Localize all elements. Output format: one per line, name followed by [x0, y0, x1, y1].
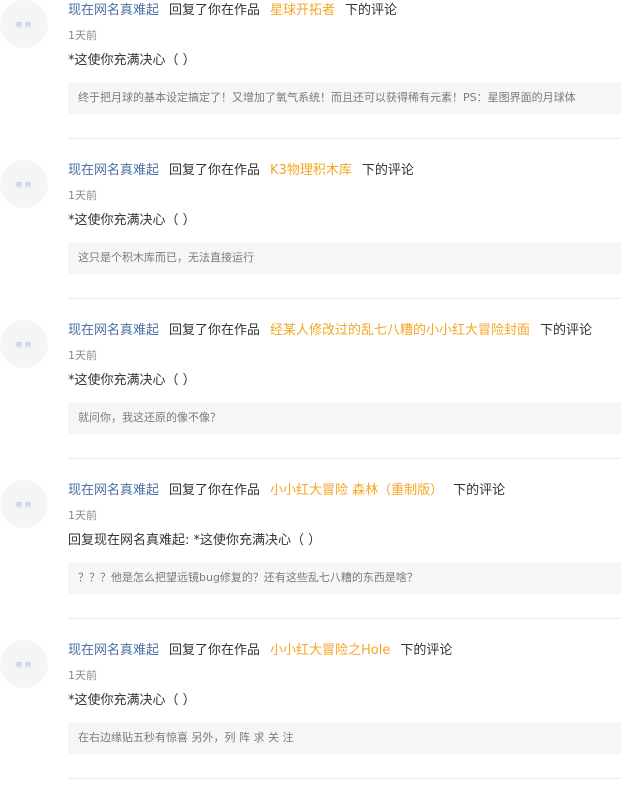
quoted-comment[interactable]: 就问你，我这还原的像不像？	[68, 402, 621, 434]
timestamp: 1天前	[68, 29, 97, 42]
divider	[68, 618, 621, 619]
avatar[interactable]: 昵 称	[0, 480, 48, 528]
notification-headline: 现在网名真难起 回复了你在作品 小小红大冒险之Hole 下的评论	[68, 641, 452, 661]
reply-text: *这使你充满决心（ ）	[68, 53, 196, 68]
notification-item: 昵 称 现在网名真难起 回复了你在作品 K3物理积木库 下的评论 1天前 *这使你充满…	[0, 160, 621, 320]
notification-item: 昵 称 现在网名真难起 回复了你在作品 星球开拓者 下的评论 1天前 *这使你充满决心…	[0, 0, 621, 160]
quoted-comment[interactable]: 在右边缘贴五秒有惊喜 另外，列 阵 求 关 注	[68, 722, 621, 754]
divider	[68, 458, 621, 459]
avatar-placeholder: 昵 称	[16, 341, 32, 349]
notification-headline: 现在网名真难起 回复了你在作品 星球开拓者 下的评论	[68, 1, 397, 21]
work-link[interactable]: 星球开拓者	[270, 3, 335, 18]
work-link[interactable]: 经某人修改过的乱七八糟的小小红大冒险封面	[270, 323, 530, 338]
timestamp: 1天前	[68, 349, 97, 362]
suffix-text: 下的评论	[400, 643, 453, 658]
timestamp: 1天前	[68, 509, 97, 522]
verb-text: 回复了你在作品	[169, 163, 261, 178]
notification-item: 昵 称 现在网名真难起 回复了你在作品 小小红大冒险之Hole 下的评论 1天前 *这…	[0, 640, 621, 800]
notification-headline: 现在网名真难起 回复了你在作品 K3物理积木库 下的评论	[68, 161, 414, 181]
avatar-placeholder: 昵 称	[16, 501, 32, 509]
work-link[interactable]: K3物理积木库	[270, 163, 352, 178]
user-link[interactable]: 现在网名真难起	[68, 323, 159, 338]
avatar[interactable]: 昵 称	[0, 640, 48, 688]
avatar[interactable]: 昵 称	[0, 160, 48, 208]
user-link[interactable]: 现在网名真难起	[68, 3, 159, 18]
notification-headline: 现在网名真难起 回复了你在作品 经某人修改过的乱七八糟的小小红大冒险封面 下的评论	[68, 321, 592, 341]
divider	[68, 778, 621, 779]
suffix-text: 下的评论	[361, 163, 414, 178]
reply-text: *这使你充满决心（ ）	[68, 213, 196, 228]
divider	[68, 138, 621, 139]
reply-text: *这使你充满决心（ ）	[68, 693, 196, 708]
avatar-placeholder: 昵 称	[16, 661, 32, 669]
suffix-text: 下的评论	[453, 483, 506, 498]
avatar[interactable]: 昵 称	[0, 0, 48, 48]
avatar[interactable]: 昵 称	[0, 320, 48, 368]
work-link[interactable]: 小小红大冒险之Hole	[270, 643, 390, 658]
quoted-comment[interactable]: 终于把月球的基本设定搞定了！又增加了氧气系统！而且还可以获得稀有元素！PS：星图…	[68, 82, 621, 114]
notification-headline: 现在网名真难起 回复了你在作品 小小红大冒险 森林（重制版） 下的评论	[68, 481, 505, 501]
quoted-comment[interactable]: 这只是个积木库而已，无法直接运行	[68, 242, 621, 274]
divider	[68, 298, 621, 299]
notification-item: 昵 称 现在网名真难起 回复了你在作品 经某人修改过的乱七八糟的小小红大冒险封面 下的…	[0, 320, 621, 480]
avatar-placeholder: 昵 称	[16, 21, 32, 29]
verb-text: 回复了你在作品	[169, 643, 261, 658]
work-link[interactable]: 小小红大冒险 森林（重制版）	[270, 483, 443, 498]
reply-text: 回复现在网名真难起: *这使你充满决心（ ）	[68, 533, 322, 548]
quoted-comment[interactable]: ？？？他是怎么把望远镜bug修复的？还有这些乱七八糟的东西是啥？	[68, 562, 621, 594]
suffix-text: 下的评论	[345, 3, 398, 18]
user-link[interactable]: 现在网名真难起	[68, 483, 159, 498]
reply-text: *这使你充满决心（ ）	[68, 373, 196, 388]
user-link[interactable]: 现在网名真难起	[68, 163, 159, 178]
notification-item: 昵 称 现在网名真难起 回复了你在作品 小小红大冒险 森林（重制版） 下的评论 1天前…	[0, 480, 621, 640]
verb-text: 回复了你在作品	[169, 323, 261, 338]
notification-feed: 昵 称 现在网名真难起 回复了你在作品 星球开拓者 下的评论 1天前 *这使你充满决心…	[0, 0, 621, 800]
avatar-placeholder: 昵 称	[16, 181, 32, 189]
verb-text: 回复了你在作品	[169, 483, 261, 498]
timestamp: 1天前	[68, 669, 97, 682]
suffix-text: 下的评论	[540, 323, 593, 338]
verb-text: 回复了你在作品	[169, 3, 261, 18]
user-link[interactable]: 现在网名真难起	[68, 643, 159, 658]
timestamp: 1天前	[68, 189, 97, 202]
